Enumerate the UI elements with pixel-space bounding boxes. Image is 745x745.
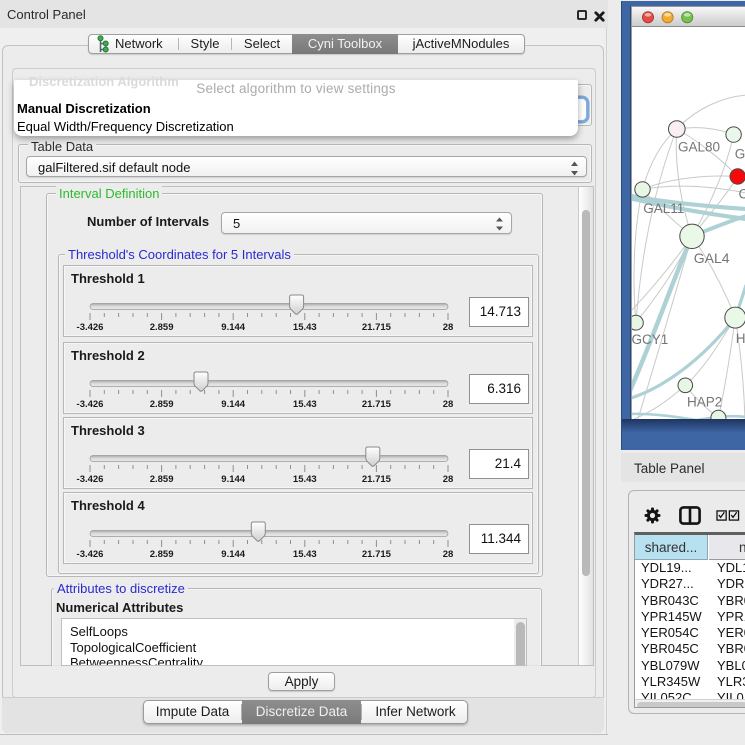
svg-text:GAL11: GAL11 [643,201,684,216]
svg-text:2.859: 2.859 [150,474,174,485]
svg-text:9.144: 9.144 [221,474,245,485]
svg-text:21.715: 21.715 [362,399,392,410]
svg-text:-3.426: -3.426 [77,399,104,410]
svg-text:21.715: 21.715 [362,322,392,333]
svg-text:15.43: 15.43 [293,474,317,485]
svg-text:GA: GA [735,147,745,162]
svg-text:15.43: 15.43 [293,549,317,560]
svg-text:H: H [736,331,745,346]
svg-text:9.144: 9.144 [221,322,245,333]
svg-text:-3.426: -3.426 [77,474,104,485]
svg-text:HAP2: HAP2 [687,395,722,410]
svg-text:15.43: 15.43 [293,322,317,333]
svg-text:9.144: 9.144 [221,399,245,410]
svg-text:GAL80: GAL80 [678,140,720,155]
svg-text:-3.426: -3.426 [77,549,104,560]
svg-text:28: 28 [443,549,454,560]
svg-text:28: 28 [443,322,454,333]
svg-text:9.144: 9.144 [221,549,245,560]
svg-text:15.43: 15.43 [293,399,317,410]
svg-text:-3.426: -3.426 [77,322,104,333]
svg-text:21.715: 21.715 [362,549,392,560]
svg-text:2.859: 2.859 [150,322,174,333]
svg-text:C: C [739,186,745,201]
svg-text:2.859: 2.859 [150,399,174,410]
svg-text:GAL4: GAL4 [694,250,730,266]
svg-text:28: 28 [443,399,454,410]
svg-text:GCY1: GCY1 [632,332,668,347]
svg-text:28: 28 [443,474,454,485]
svg-text:2.859: 2.859 [150,549,174,560]
svg-text:21.715: 21.715 [362,474,392,485]
